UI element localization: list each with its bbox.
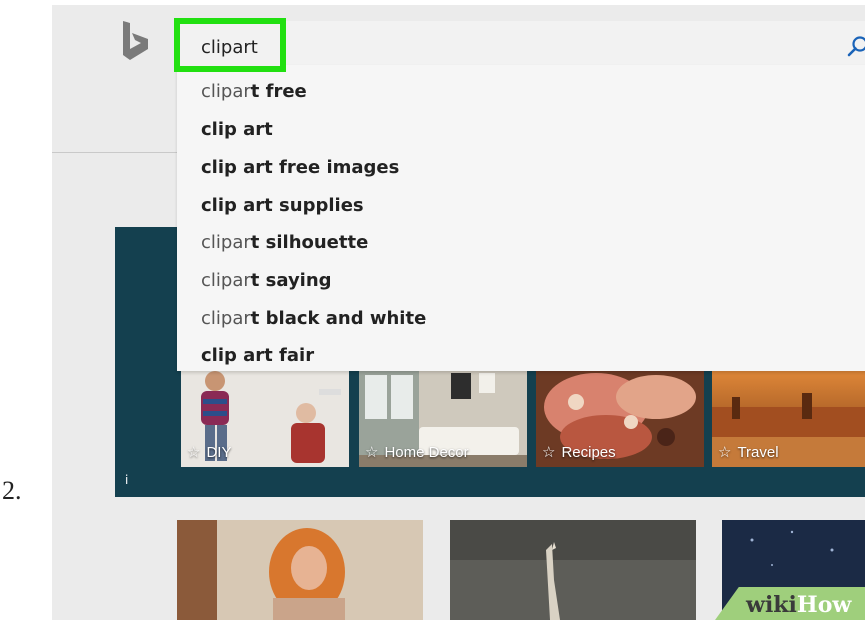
tile-label: ☆ DIY: [187, 444, 232, 461]
star-icon: ☆: [187, 444, 201, 461]
tile-recipes[interactable]: ☆ Recipes: [536, 367, 704, 467]
suggestion-item[interactable]: clip art free images: [201, 157, 399, 178]
image-thumbnail[interactable]: [450, 520, 696, 620]
search-input-highlight[interactable]: clipart: [174, 18, 286, 72]
tile-home-decor[interactable]: ☆ Home Decor: [359, 367, 527, 467]
suggestion-item[interactable]: clip art supplies: [201, 195, 364, 216]
tile-label: ☆ Recipes: [542, 444, 616, 461]
thumbnail-image: [177, 520, 423, 620]
suggestion-item[interactable]: clipart silhouette: [201, 232, 368, 253]
bing-logo[interactable]: [121, 20, 149, 62]
star-icon: ☆: [365, 444, 379, 461]
watermark-text: wikiHow: [746, 592, 852, 618]
thumbnail-image: [450, 520, 696, 620]
tile-label: ☆ Home Decor: [365, 444, 469, 461]
tile-diy[interactable]: ☆ DIY: [181, 367, 349, 467]
autosuggest-dropdown: clipart free clip art clip art free imag…: [177, 65, 865, 371]
star-icon: ☆: [718, 444, 732, 461]
tile-travel[interactable]: ☆ Travel: [712, 367, 865, 467]
suggestion-item[interactable]: clip art: [201, 119, 273, 140]
suggestion-item[interactable]: clipart black and white: [201, 308, 426, 329]
star-icon: ☆: [542, 444, 556, 461]
suggestion-item[interactable]: clip art fair: [201, 345, 314, 366]
search-input[interactable]: clipart: [201, 37, 258, 58]
image-thumbnail[interactable]: [177, 520, 423, 620]
suggestion-item[interactable]: clipart free: [201, 81, 307, 102]
step-number: 2.: [2, 476, 22, 505]
search-icon[interactable]: [847, 35, 865, 57]
info-icon[interactable]: i: [125, 473, 128, 487]
browser-screenshot: clipart clipart free clip art clip art f…: [52, 5, 865, 620]
suggestion-item[interactable]: clipart saying: [201, 270, 332, 291]
tile-label: ☆ Travel: [718, 444, 779, 461]
